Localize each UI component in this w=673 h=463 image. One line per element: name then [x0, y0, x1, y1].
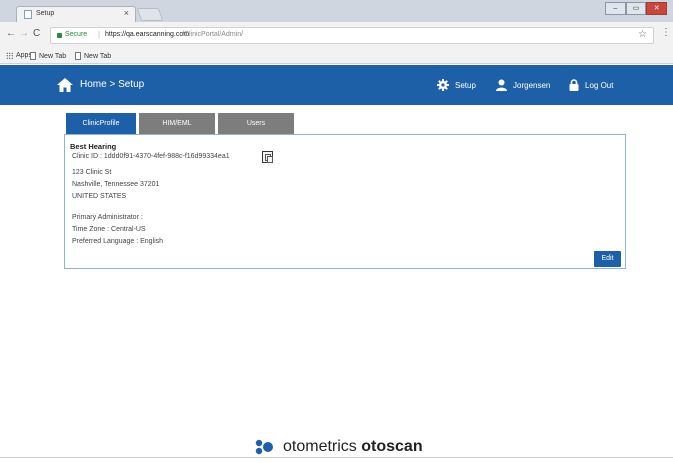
- browser-menu-icon[interactable]: ⋮: [661, 27, 671, 38]
- tab-close-icon[interactable]: ×: [124, 8, 129, 18]
- bookmark-new-tab-label: New Tab: [39, 52, 67, 60]
- address-country: UNITED STATES: [72, 193, 127, 200]
- window-controls: – ▭ ✕: [605, 2, 668, 15]
- edit-button[interactable]: Edit: [594, 251, 621, 267]
- copy-clinic-id-button[interactable]: [262, 151, 273, 163]
- browser-tabstrip: Setup × – ▭ ✕: [0, 0, 673, 22]
- bookmark-new-tab[interactable]: New Tab: [75, 52, 111, 60]
- gear-icon: [437, 79, 449, 91]
- user-name: Jorgensen: [513, 80, 551, 90]
- tab-him-eml[interactable]: HIM/EML: [139, 113, 215, 134]
- clinic-id: Clinic ID : 1ddd0f91-4370-4fef-988c-f16d…: [72, 153, 230, 160]
- minimize-button[interactable]: –: [605, 2, 626, 15]
- brand-name: otometrics otoscan: [283, 438, 423, 456]
- lock-icon: [569, 79, 579, 91]
- lock-icon: [57, 33, 62, 38]
- address-street: 123 Clinic St: [72, 169, 112, 176]
- address-bar[interactable]: Secure | https://qa.earscanning.com /Cli…: [50, 27, 654, 44]
- preferred-language: Preferred Language : English: [72, 238, 164, 245]
- url-separator: |: [98, 30, 101, 39]
- brand-light: otometrics: [283, 438, 362, 455]
- bookmark-star-icon[interactable]: ☆: [638, 29, 647, 40]
- breadcrumb[interactable]: Home > Setup: [80, 79, 144, 90]
- logout-label: Log Out: [585, 80, 614, 90]
- bookmark-new-tab[interactable]: New Tab: [30, 52, 66, 60]
- footer-brand: otometrics otoscan: [255, 438, 423, 456]
- page-icon: [75, 52, 81, 60]
- profile-tabs: ClinicProfile HIM/EML Users: [66, 113, 294, 134]
- primary-administrator: Primary Administrator :: [72, 214, 143, 221]
- otometrics-logo-icon: [255, 439, 273, 455]
- browser-tab-title: Setup: [36, 10, 55, 17]
- browser-toolbar: ← → C Secure | https://qa.earscanning.co…: [0, 22, 673, 50]
- home-icon[interactable]: [56, 77, 74, 93]
- brand-bold: otoscan: [361, 438, 423, 455]
- logout-link[interactable]: Log Out: [569, 79, 613, 91]
- secure-label: Secure: [65, 31, 88, 38]
- address-city-state: Nashville, Tennessee 37201: [72, 181, 160, 188]
- forward-arrow-icon[interactable]: →: [19, 28, 29, 39]
- page-favicon-icon: [24, 10, 32, 19]
- back-arrow-icon[interactable]: ←: [6, 28, 16, 39]
- bookmarks-bar: Apps New Tab New Tab: [0, 50, 673, 64]
- close-window-button[interactable]: ✕: [646, 2, 668, 15]
- bookmark-apps[interactable]: Apps: [6, 52, 32, 59]
- browser-tab[interactable]: Setup ×: [16, 6, 136, 22]
- bookmark-new-tab-label: New Tab: [84, 52, 112, 60]
- url-host: https://qa.earscanning.com: [105, 31, 190, 38]
- tab-users[interactable]: Users: [218, 113, 294, 134]
- app-header: Home > Setup Setup Jorgensen Log Out: [0, 65, 673, 105]
- page-icon: [30, 52, 36, 60]
- clinic-profile-panel: Best Hearing Clinic ID : 1ddd0f91-4370-4…: [64, 134, 626, 269]
- setup-label: Setup: [455, 80, 476, 90]
- user-icon: [496, 79, 507, 91]
- time-zone: Time Zone : Central-US: [72, 226, 146, 233]
- url-path: /ClinicPortal/Admin/: [182, 31, 244, 38]
- maximize-button[interactable]: ▭: [625, 2, 647, 15]
- reload-icon[interactable]: C: [33, 28, 40, 39]
- user-menu[interactable]: Jorgensen: [496, 79, 550, 91]
- new-tab-button[interactable]: [136, 8, 164, 21]
- apps-grid-icon: [6, 52, 13, 59]
- clinic-name: Best Hearing: [70, 142, 117, 151]
- tab-clinic-profile[interactable]: ClinicProfile: [66, 113, 136, 134]
- bottom-divider: [0, 457, 673, 458]
- setup-link[interactable]: Setup: [437, 79, 476, 91]
